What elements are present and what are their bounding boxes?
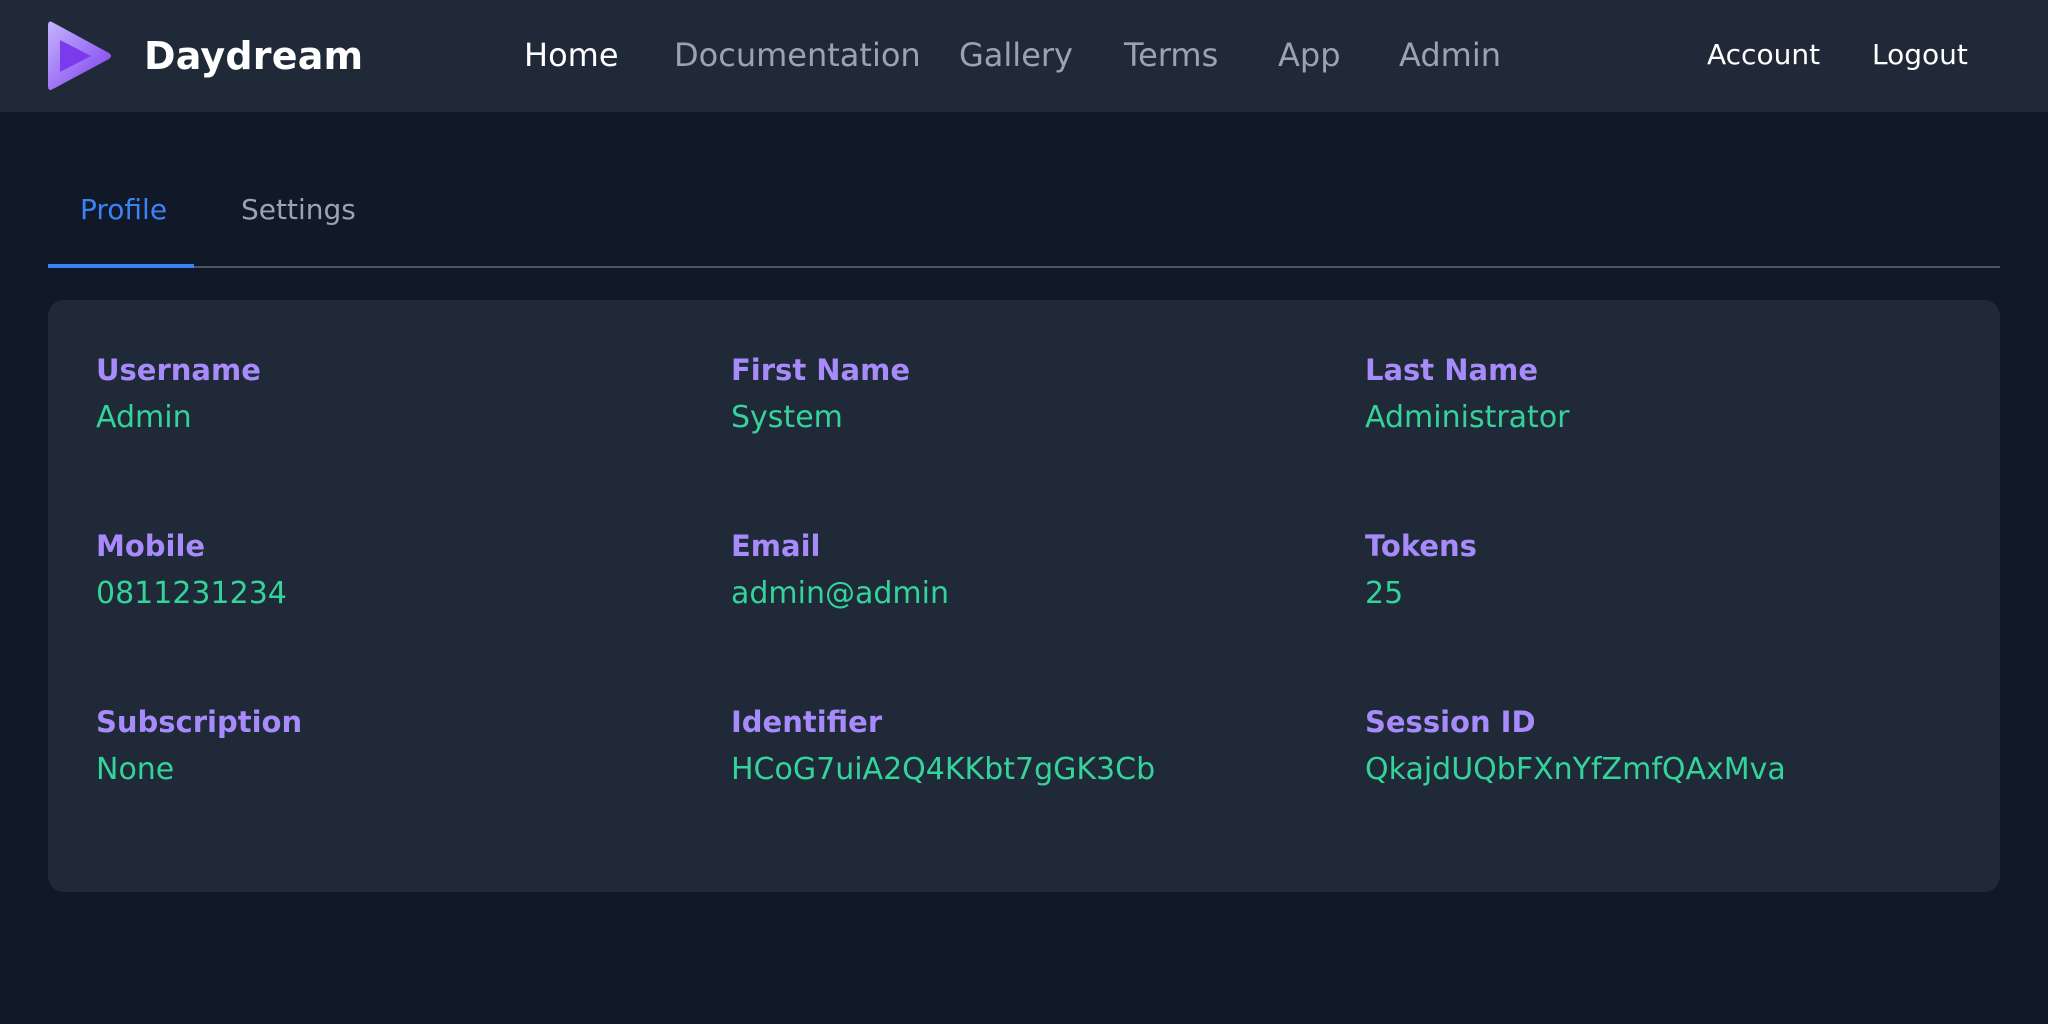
field-label: First Name bbox=[731, 353, 910, 387]
play-triangle-icon bbox=[48, 21, 111, 90]
field-session-id: Session ID QkajdUQbFXnYfZmfQAxMva bbox=[1365, 702, 1786, 790]
field-label: Username bbox=[96, 353, 261, 387]
field-value: Admin bbox=[96, 400, 192, 435]
field-value: 25 bbox=[1365, 576, 1404, 611]
active-tab-indicator bbox=[48, 264, 194, 268]
field-email: Email admin@admin bbox=[731, 526, 949, 614]
field-last-name: Last Name Administrator bbox=[1365, 350, 1570, 438]
field-label: Subscription bbox=[96, 705, 303, 739]
profile-tabs: Profile Settings bbox=[48, 160, 2000, 268]
nav-link-app[interactable]: App bbox=[1278, 34, 1341, 76]
field-tokens: Tokens 25 bbox=[1365, 526, 1477, 614]
field-value: 0811231234 bbox=[96, 576, 287, 611]
field-label: Session ID bbox=[1365, 705, 1536, 739]
account-link[interactable]: Account bbox=[1707, 36, 1820, 74]
nav-link-admin[interactable]: Admin bbox=[1399, 34, 1501, 76]
tab-settings[interactable]: Settings bbox=[241, 190, 356, 230]
nav-link-home[interactable]: Home bbox=[524, 34, 619, 76]
brand[interactable]: Daydream bbox=[46, 18, 363, 94]
field-value: Administrator bbox=[1365, 400, 1570, 435]
field-mobile: Mobile 0811231234 bbox=[96, 526, 287, 614]
nav-link-documentation[interactable]: Documentation bbox=[674, 34, 921, 76]
field-label: Identifier bbox=[731, 705, 883, 739]
field-identifier: Identifier HCoG7uiA2Q4KKbt7gGK3Cb bbox=[731, 702, 1155, 790]
top-navbar: Daydream Home Documentation Gallery Term… bbox=[0, 0, 2048, 112]
profile-card: Username Admin First Name System Last Na… bbox=[48, 300, 2000, 892]
field-first-name: First Name System bbox=[731, 350, 910, 438]
field-label: Email bbox=[731, 529, 821, 563]
nav-link-terms[interactable]: Terms bbox=[1124, 34, 1218, 76]
field-value: admin@admin bbox=[731, 576, 949, 611]
tab-profile[interactable]: Profile bbox=[80, 190, 167, 230]
nav-link-gallery[interactable]: Gallery bbox=[959, 34, 1073, 76]
field-username: Username Admin bbox=[96, 350, 261, 438]
field-value: System bbox=[731, 400, 843, 435]
field-value: QkajdUQbFXnYfZmfQAxMva bbox=[1365, 752, 1786, 787]
field-label: Tokens bbox=[1365, 529, 1477, 563]
field-label: Last Name bbox=[1365, 353, 1538, 387]
field-subscription: Subscription None bbox=[96, 702, 302, 790]
brand-name: Daydream bbox=[144, 34, 364, 78]
field-value: HCoG7uiA2Q4KKbt7gGK3Cb bbox=[731, 752, 1156, 787]
field-value: None bbox=[96, 752, 175, 787]
field-label: Mobile bbox=[96, 529, 206, 563]
logout-link[interactable]: Logout bbox=[1872, 36, 1968, 74]
